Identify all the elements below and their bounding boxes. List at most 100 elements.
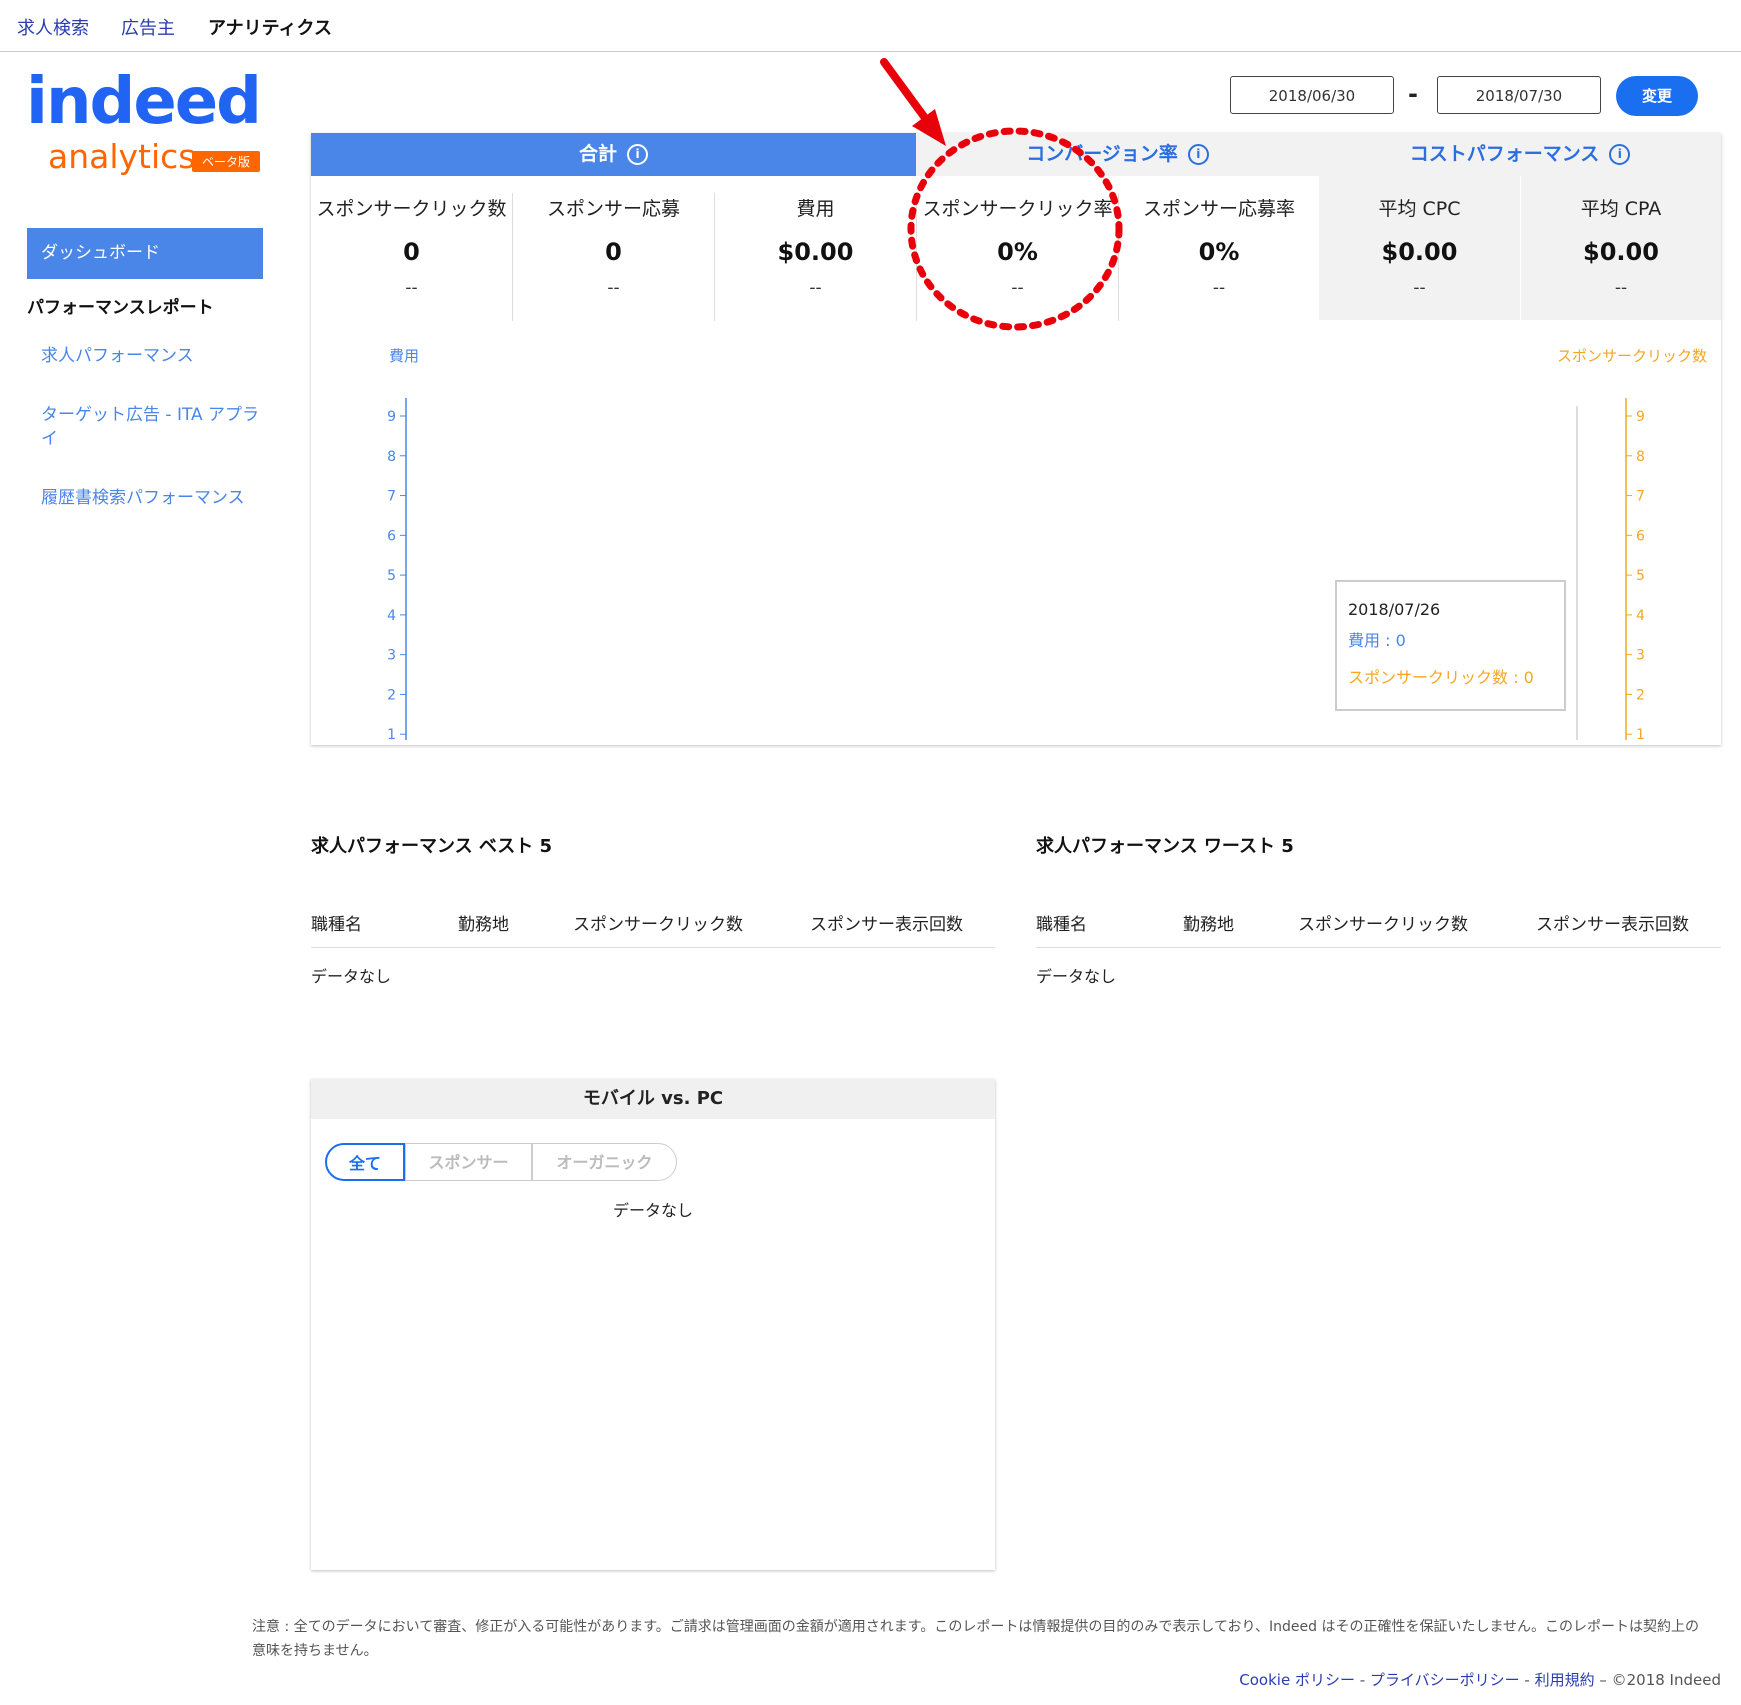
metric-label: スポンサー応募率 — [1142, 198, 1295, 220]
nav-advertiser-link[interactable]: 広告主 — [121, 14, 175, 40]
y-tick-label-left: 8 — [387, 449, 396, 465]
metric-label: スポンサークリック率 — [922, 198, 1113, 220]
segment-sponsor[interactable]: スポンサー — [405, 1143, 532, 1181]
metric-value: 0% — [997, 238, 1038, 266]
metric-sponsor-apply-rate: スポンサー応募率 0% -- — [1119, 176, 1319, 320]
y-tick-label-left: 1 — [387, 727, 396, 740]
metric-value: $0.00 — [1583, 238, 1659, 266]
nav-job-search-link[interactable]: 求人検索 — [17, 14, 89, 40]
best5-col-clicks: スポンサークリック数 — [573, 915, 743, 935]
y-tick-label-left: 5 — [387, 568, 396, 584]
sidebar-report-header: パフォーマンスレポート — [27, 298, 214, 318]
metric-label: 費用 — [796, 198, 835, 220]
disclaimer-note: 注意 : 全てのデータにおいて審査、修正が入る可能性があります。ご請求は管理画面… — [252, 1619, 1700, 1659]
sidebar-item-dashboard[interactable]: ダッシュボード — [27, 228, 263, 279]
terms-link[interactable]: 利用規約 — [1535, 1671, 1595, 1689]
analytics-logo-text: analytics — [48, 137, 196, 176]
footer-links: Cookie ポリシー - プライバシーポリシー - 利用規約 – ©2018 … — [1239, 1669, 1721, 1690]
best5-col-location: 勤務地 — [458, 915, 509, 935]
mobile-vs-pc-panel: モバイル vs. PC 全て スポンサー オーガニック データなし — [311, 1079, 995, 1570]
footer-copyright: – ©2018 Indeed — [1594, 1671, 1721, 1689]
y-axis-left-label: 費用 — [389, 347, 419, 365]
worst5-col-job: 職種名 — [1036, 915, 1087, 935]
mobile-vs-pc-title: モバイル vs. PC — [311, 1079, 995, 1119]
best5-empty: データなし — [311, 967, 392, 986]
y-tick-label-right: 7 — [1636, 489, 1645, 505]
metric-change: -- — [1011, 278, 1024, 298]
tab-cost-label: コストパフォーマンス — [1409, 143, 1600, 165]
worst5-col-impressions: スポンサー表示回数 — [1536, 915, 1689, 935]
metric-change: -- — [1413, 278, 1426, 298]
tooltip-date: 2018/07/26 — [1348, 600, 1440, 619]
metric-change: -- — [1212, 278, 1226, 298]
metric-sponsor-ctr: スポンサークリック率 0% -- — [917, 176, 1118, 320]
sidebar-item-target-ads[interactable]: ターゲット広告 - ITA アプライ — [41, 403, 261, 451]
best5-title: 求人パフォーマンス ベスト 5 — [311, 836, 553, 857]
mobile-vs-pc-empty: データなし — [612, 1201, 693, 1220]
y-tick-label-right: 4 — [1636, 608, 1645, 624]
tab-total-label: 合計 — [578, 143, 617, 165]
worst5-empty: データなし — [1036, 967, 1117, 986]
metric-label: 平均 CPC — [1378, 198, 1461, 220]
metric-change: -- — [607, 278, 620, 298]
privacy-policy-link[interactable]: プライバシーポリシー — [1370, 1671, 1520, 1689]
date-separator: - — [1408, 80, 1418, 108]
metric-value: 0 — [403, 238, 420, 266]
worst5-title: 求人パフォーマンス ワースト 5 — [1036, 836, 1294, 857]
metric-avg-cpc: 平均 CPC $0.00 -- — [1319, 176, 1520, 320]
divider — [311, 947, 995, 948]
y-tick-label-right: 3 — [1636, 648, 1645, 664]
metric-label: スポンサー応募 — [546, 198, 680, 220]
y-tick-label-right: 1 — [1636, 727, 1645, 740]
y-tick-label-right: 6 — [1636, 528, 1645, 544]
best5-col-impressions: スポンサー表示回数 — [810, 915, 963, 935]
segment-organic[interactable]: オーガニック — [532, 1143, 677, 1181]
y-axis-right-label: スポンサークリック数 — [1557, 347, 1707, 365]
metric-change: -- — [405, 278, 418, 298]
top-nav: 求人検索 広告主 アナリティクス — [0, 0, 1741, 52]
footer-separator: - — [1519, 1671, 1535, 1689]
metric-label: スポンサークリック数 — [316, 198, 507, 220]
sidebar-item-resume-search[interactable]: 履歴書検索パフォーマンス — [41, 486, 261, 510]
info-icon[interactable]: i — [1187, 144, 1209, 165]
y-tick-label-right: 8 — [1636, 449, 1645, 465]
cookie-policy-link[interactable]: Cookie ポリシー — [1239, 1671, 1355, 1689]
info-icon[interactable]: i — [1609, 144, 1631, 165]
metric-change: -- — [809, 278, 822, 298]
nav-analytics-link[interactable]: アナリティクス — [208, 14, 332, 40]
metric-label: 平均 CPA — [1580, 198, 1662, 220]
metric-avg-cpa: 平均 CPA $0.00 -- — [1521, 176, 1721, 320]
beta-badge: ベータ版 — [192, 151, 261, 172]
tab-total[interactable]: 合計 i — [311, 133, 916, 176]
end-date-input[interactable]: 2018/07/30 — [1437, 76, 1601, 114]
indeed-logo[interactable]: indeed — [26, 70, 262, 134]
metric-value: 0 — [605, 238, 622, 266]
metric-value: $0.00 — [1381, 238, 1458, 266]
metric-value: $0.00 — [777, 238, 854, 266]
metric-change: -- — [1614, 278, 1628, 298]
tooltip-clicks: スポンサークリック数 : 0 — [1348, 668, 1534, 687]
y-tick-label-right: 5 — [1636, 568, 1645, 584]
change-button[interactable]: 変更 — [1616, 76, 1698, 116]
metric-sponsor-clicks: スポンサークリック数 0 -- — [311, 176, 512, 320]
y-tick-label-left: 9 — [387, 409, 396, 425]
tab-conversion-label: コンバージョン率 — [1026, 143, 1178, 165]
metric-value: 0% — [1198, 238, 1240, 266]
start-date-input[interactable]: 2018/06/30 — [1230, 76, 1394, 114]
divider — [1036, 947, 1721, 948]
y-tick-label-left: 7 — [387, 489, 396, 505]
cost-clicks-line-chart: 費用 スポンサークリック数 00112233445566778899 2018/… — [387, 347, 1707, 740]
metric-sponsor-applies: スポンサー応募 0 -- — [513, 176, 714, 320]
best5-col-job: 職種名 — [311, 915, 362, 935]
segment-all[interactable]: 全て — [325, 1143, 405, 1181]
y-tick-label-left: 4 — [387, 608, 396, 624]
info-icon[interactable]: i — [627, 144, 648, 165]
y-tick-label-left: 6 — [387, 528, 396, 544]
tab-cost-performance[interactable]: コストパフォーマンス i — [1319, 133, 1721, 176]
y-tick-label-right: 9 — [1636, 409, 1645, 425]
chart-tooltip: 2018/07/26 費用 : 0 スポンサークリック数 : 0 — [1335, 580, 1566, 711]
sidebar-item-job-performance[interactable]: 求人パフォーマンス — [41, 344, 261, 368]
summary-panel: 合計 i コンバージョン率 i コストパフォーマンス i スポンサークリック数 0 -… — [311, 133, 1721, 745]
y-tick-label-right: 2 — [1636, 687, 1645, 703]
tab-conversion-rate[interactable]: コンバージョン率 i — [916, 133, 1319, 176]
